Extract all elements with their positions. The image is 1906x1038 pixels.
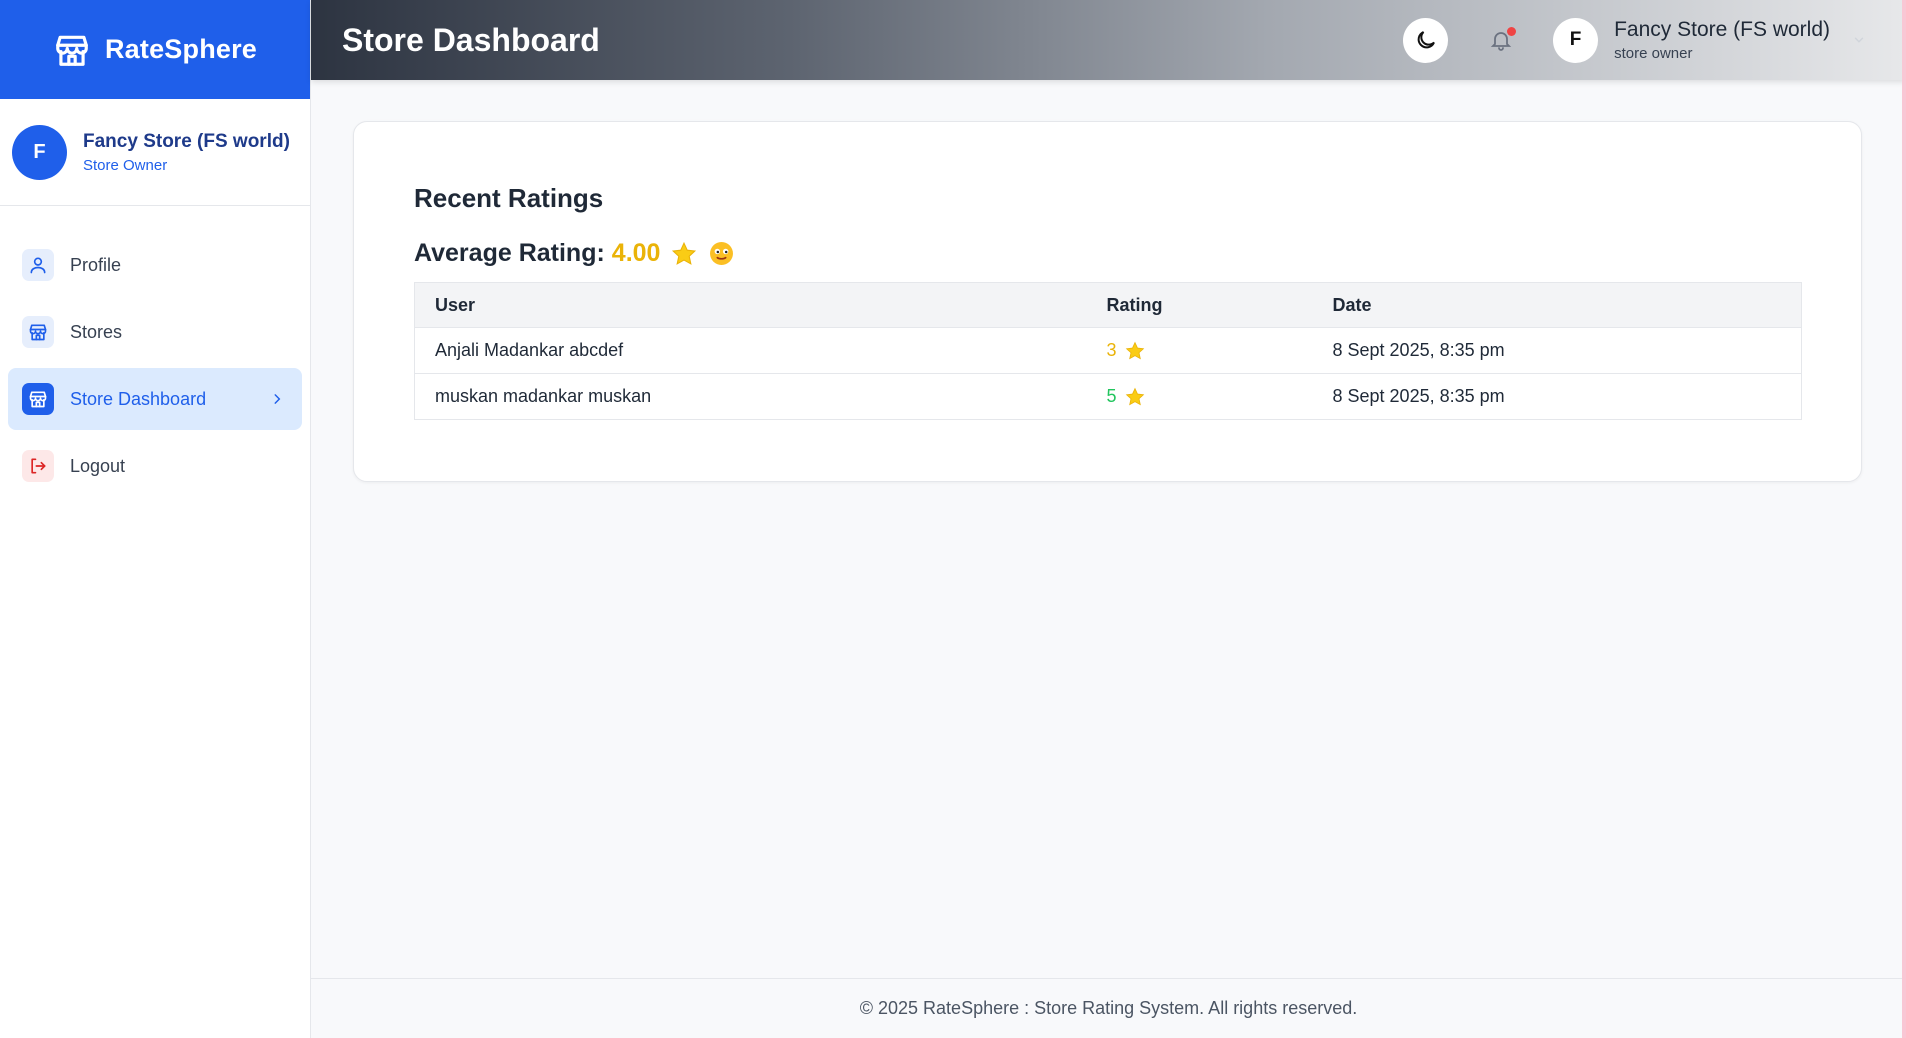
smiley-icon xyxy=(710,242,734,265)
column-header-date: Date xyxy=(1312,282,1802,328)
user-menu[interactable]: Fancy Store (FS world) store owner xyxy=(1614,18,1830,62)
footer-text: © 2025 RateSphere : Store Rating System.… xyxy=(859,998,1358,1018)
sidebar-item-profile[interactable]: Profile xyxy=(8,234,302,296)
header-user-name: Fancy Store (FS world) xyxy=(1614,18,1830,41)
notification-dot xyxy=(1507,26,1517,36)
brand-logo[interactable]: RateSphere xyxy=(0,0,310,99)
rating-user: Anjali Madankar abcdef xyxy=(414,327,1087,374)
star-icon xyxy=(1125,341,1144,359)
sidebar-item-logout[interactable]: Logout xyxy=(8,435,302,497)
sidebar-user-role: Store Owner xyxy=(83,156,168,174)
recent-ratings-card: Recent Ratings Average Rating: 4.00 User… xyxy=(353,121,1862,482)
sidebar: RateSphere F Fancy Store (FS world) Stor… xyxy=(0,0,311,1038)
star-icon xyxy=(672,241,697,265)
ratings-table: User Rating Date Anjali Madankar abcdef … xyxy=(414,282,1802,420)
column-header-rating: Rating xyxy=(1086,282,1313,328)
table-header-row: User Rating Date xyxy=(414,282,1802,328)
footer: © 2025 RateSphere : Store Rating System.… xyxy=(311,978,1906,1038)
average-rating-label: Average Rating: xyxy=(414,239,605,267)
average-rating: Average Rating: 4.00 xyxy=(414,239,734,268)
scrollbar-edge xyxy=(1902,0,1906,1038)
sidebar-item-store-dashboard[interactable]: Store Dashboard xyxy=(8,368,302,430)
moon-icon xyxy=(1417,31,1435,49)
sidebar-item-label: Profile xyxy=(70,254,122,275)
page-title: Store Dashboard xyxy=(342,21,600,58)
notifications-button[interactable] xyxy=(1478,18,1523,63)
store-icon xyxy=(22,383,54,415)
rating-cell: 3 xyxy=(1086,327,1313,374)
rating-cell: 5 xyxy=(1086,373,1313,420)
sidebar-item-label: Stores xyxy=(70,321,123,342)
header-user-role: store owner xyxy=(1614,45,1693,62)
sidebar-user-name: Fancy Store (FS world) xyxy=(83,130,290,152)
brand-name: RateSphere xyxy=(104,34,258,64)
avatar: F xyxy=(12,124,67,180)
sidebar-item-label: Logout xyxy=(70,455,126,476)
theme-toggle-button[interactable] xyxy=(1403,17,1449,63)
section-title: Recent Ratings xyxy=(414,183,604,213)
rating-value: 3 xyxy=(1106,340,1117,360)
rating-user: muskan madankar muskan xyxy=(414,373,1087,420)
chevron-down-icon[interactable] xyxy=(1852,33,1866,47)
star-icon xyxy=(1125,387,1144,405)
user-icon xyxy=(22,249,54,281)
rating-date: 8 Sept 2025, 8:35 pm xyxy=(1312,327,1802,374)
average-rating-value: 4.00 xyxy=(611,239,661,267)
sidebar-item-stores[interactable]: Stores xyxy=(8,301,302,363)
table-row: muskan madankar muskan 5 8 Sept 2025, 8:… xyxy=(414,373,1802,420)
rating-date: 8 Sept 2025, 8:35 pm xyxy=(1312,373,1802,420)
logout-icon xyxy=(22,450,54,482)
column-header-user: User xyxy=(414,282,1087,328)
rating-value: 5 xyxy=(1106,386,1117,406)
store-icon xyxy=(56,35,88,66)
sidebar-user-card: F Fancy Store (FS world) Store Owner xyxy=(0,99,310,206)
chevron-right-icon xyxy=(274,394,281,404)
sidebar-item-label: Store Dashboard xyxy=(70,388,207,409)
table-row: Anjali Madankar abcdef 3 8 Sept 2025, 8:… xyxy=(414,327,1802,374)
top-header: Store Dashboard F Fancy Store (FS world)… xyxy=(311,0,1906,80)
store-icon xyxy=(22,316,54,348)
sidebar-nav: Profile Stores Store Dashboard Logout xyxy=(0,206,310,497)
user-avatar[interactable]: F xyxy=(1553,17,1599,63)
